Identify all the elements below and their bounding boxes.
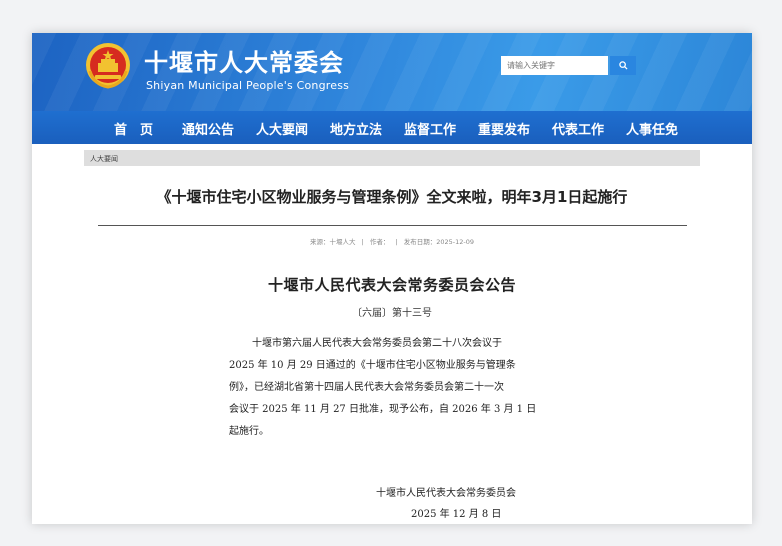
nav-item-home[interactable]: 首 页 <box>114 119 153 138</box>
article-meta: 来源：十堰人大 | 作者： | 发布日期：2025-12-09 <box>32 236 752 246</box>
body-line: 十堰市第六届人民代表大会常务委员会第二十八次会议于 <box>252 338 502 349</box>
meta-date: 发布日期：2025-12-09 <box>403 238 474 246</box>
signature: 十堰市人民代表大会常务委员会 <box>376 488 516 499</box>
nav-item-personnel[interactable]: 人事任免 <box>626 119 678 138</box>
site-title[interactable]: 十堰市人大常委会 <box>144 43 344 78</box>
search-input[interactable] <box>501 56 608 75</box>
article-title: 《十堰市住宅小区物业服务与管理条例》全文来啦，明年3月1日起施行 <box>156 188 628 206</box>
title-divider <box>98 225 687 226</box>
main-nav: 首 页 通知公告 人大要闻 地方立法 监督工作 重要发布 代表工作 人事任免 <box>32 111 752 144</box>
search-button[interactable] <box>610 56 636 75</box>
body-line: 起施行。 <box>229 426 269 437</box>
site-subtitle: Shiyan Municipal People's Congress <box>146 79 350 92</box>
national-emblem-icon <box>86 43 130 89</box>
nav-item-supervision[interactable]: 监督工作 <box>404 119 456 138</box>
body-line: 例》，已经湖北省第十四届人民代表大会常务委员会第二十一次 <box>229 382 504 393</box>
meta-source: 来源：十堰人大 <box>310 238 356 246</box>
body-line: 2025 年 10 月 29 日通过的《十堰市住宅小区物业服务与管理条 <box>229 360 516 371</box>
page: 十堰市人大常委会 Shiyan Municipal People's Congr… <box>32 33 752 524</box>
header-banner <box>32 33 752 111</box>
nav-item-news[interactable]: 人大要闻 <box>256 119 308 138</box>
notice-number: 〔六届〕第十三号 <box>352 308 432 319</box>
body-line: 会议于 2025 年 11 月 27 日批准，现予公布，自 2026 年 3 月… <box>229 404 537 415</box>
meta-separator: | <box>395 238 398 246</box>
breadcrumb[interactable]: 人大要闻 <box>84 150 700 166</box>
nav-item-notices[interactable]: 通知公告 <box>182 119 234 138</box>
notice-title: 十堰市人民代表大会常务委员会公告 <box>267 276 516 294</box>
meta-separator: | <box>361 238 364 246</box>
search-icon <box>618 61 628 70</box>
sign-date: 2025 年 12 月 8 日 <box>411 509 502 520</box>
meta-author: 作者： <box>369 238 390 246</box>
breadcrumb-link[interactable]: 人大要闻 <box>90 155 118 163</box>
nav-item-deputies[interactable]: 代表工作 <box>552 119 604 138</box>
nav-item-releases[interactable]: 重要发布 <box>478 119 530 138</box>
nav-item-legislation[interactable]: 地方立法 <box>330 119 382 138</box>
